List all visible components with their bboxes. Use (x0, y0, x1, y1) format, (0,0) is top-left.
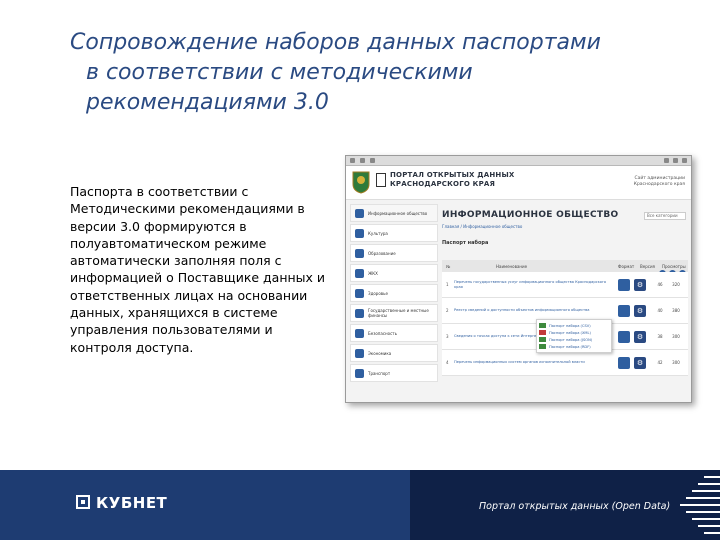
header-link: Сайт администрации Краснодарского края (633, 176, 685, 187)
sidebar-item-label: Экономика (368, 350, 392, 356)
row-number: 4 (446, 360, 449, 365)
category-select[interactable]: Все категории (644, 212, 686, 220)
breadcrumb[interactable]: Главная / Информационное общество (442, 224, 688, 230)
refresh-icon (370, 158, 375, 163)
row-number: 3 (446, 334, 449, 339)
sidebar-item-5[interactable]: Государственные и местные финансы (350, 304, 438, 322)
sidebar-item-label: Образование (368, 250, 396, 256)
health-icon (355, 288, 364, 298)
sidebar-item-label: Культура (368, 230, 388, 236)
info-society-icon (355, 208, 364, 218)
row-views: 300 (672, 360, 680, 365)
category-sidebar: Информационное общество Культура Образов… (350, 204, 438, 384)
download-icon[interactable] (618, 304, 630, 317)
passport-dropdown: Паспорт набора (CSV) Паспорт набора (XML… (536, 319, 612, 353)
dataset-link[interactable]: Перечень государственных услуг информаци… (454, 280, 618, 290)
sidebar-item-3[interactable]: ЖКХ (350, 264, 438, 282)
gear-icon[interactable]: ⚙ (634, 278, 646, 291)
footer-caption: Портал открытых данных (Open Data) (479, 501, 671, 512)
coat-of-arms-icon (352, 171, 370, 194)
portal-main: ИНФОРМАЦИОННОЕ ОБЩЕСТВО Все категории Гл… (442, 204, 688, 402)
economy-icon (355, 348, 364, 358)
popup-item[interactable]: Паспорт набора (CSV) (539, 322, 609, 329)
gear-icon[interactable]: ⚙ (634, 304, 646, 317)
row-views: 320 (672, 282, 680, 287)
sidebar-item-1[interactable]: Культура (350, 224, 438, 242)
popup-item-label: Паспорт набора (XML) (549, 330, 591, 335)
popup-item[interactable]: Паспорт набора (XML) (539, 329, 609, 336)
housing-icon (355, 268, 364, 278)
gear-icon[interactable]: ⚙ (634, 330, 646, 343)
sidebar-item-label: Безопасность (368, 330, 397, 336)
browser-toolbar (346, 156, 691, 166)
popup-item[interactable]: Паспорт набора (JSON) (539, 336, 609, 343)
row-version: 42 (657, 360, 663, 365)
row-version: 46 (657, 282, 663, 287)
download-icon[interactable] (618, 330, 630, 343)
forward-icon (360, 158, 365, 163)
sidebar-item-6[interactable]: Безопасность (350, 324, 438, 342)
transport-icon (355, 368, 364, 378)
document-icon (376, 173, 386, 187)
subsection-heading: Паспорт набора (442, 240, 489, 246)
education-icon (355, 248, 364, 258)
file-icon (539, 337, 546, 342)
col-name[interactable]: Наименование (456, 264, 618, 269)
popup-item-label: Паспорт набора (RDF) (549, 344, 591, 349)
table-header: № Наименование Формат Версия Просмотры (442, 260, 688, 272)
file-icon (539, 344, 546, 349)
row-number: 2 (446, 308, 449, 313)
slide-title-line-2: в соответствии с методическими (86, 60, 473, 85)
col-views[interactable]: Просмотры (662, 264, 686, 269)
download-icon[interactable] (618, 278, 630, 291)
sidebar-item-label: Здоровье (368, 290, 388, 296)
portal-name: ПОРТАЛ ОТКРЫТЫХ ДАННЫХ КРАСНОДАРСКОГО КР… (390, 171, 515, 188)
download-icon[interactable] (618, 356, 630, 369)
decorative-stripes-icon (680, 476, 720, 534)
sidebar-item-label: ЖКХ (368, 270, 378, 276)
popup-item[interactable]: Паспорт набора (RDF) (539, 343, 609, 350)
sidebar-item-4[interactable]: Здоровье (350, 284, 438, 302)
slide-title: Сопровождение наборов данных паспортами … (70, 28, 710, 118)
security-icon (355, 328, 364, 338)
row-version: 38 (657, 334, 663, 339)
popup-item-label: Паспорт набора (JSON) (549, 337, 593, 342)
file-icon (539, 330, 546, 335)
col-format[interactable]: Формат (618, 264, 640, 269)
sidebar-item-label: Государственные и местные финансы (368, 308, 429, 318)
sidebar-item-7[interactable]: Экономика (350, 344, 438, 362)
file-icon (539, 323, 546, 328)
row-views: 300 (672, 334, 680, 339)
sidebar-item-2[interactable]: Образование (350, 244, 438, 262)
kubnet-logo-icon (76, 495, 90, 509)
maximize-icon (673, 158, 678, 163)
slide-body-text: Паспорта в соответствии с Методическими … (70, 184, 326, 355)
gear-icon[interactable]: ⚙ (634, 356, 646, 369)
minimize-icon (664, 158, 669, 163)
back-icon (350, 158, 355, 163)
slide-title-line-3: рекомендациями 3.0 (86, 90, 329, 115)
dataset-link[interactable]: Перечень информационных систем органов и… (454, 360, 618, 365)
portal-header: ПОРТАЛ ОТКРЫТЫХ ДАННЫХ КРАСНОДАРСКОГО КР… (346, 166, 691, 200)
sidebar-item-label: Транспорт (368, 370, 391, 376)
popup-item-label: Паспорт набора (CSV) (549, 323, 591, 328)
row-views: 380 (672, 308, 680, 313)
portal-screenshot: ПОРТАЛ ОТКРЫТЫХ ДАННЫХ КРАСНОДАРСКОГО КР… (345, 155, 692, 403)
row-version: 40 (657, 308, 663, 313)
col-num: № (446, 263, 451, 269)
culture-icon (355, 228, 364, 238)
finance-icon (355, 308, 364, 318)
row-number: 1 (446, 282, 449, 287)
close-icon (682, 158, 687, 163)
sidebar-item-label: Информационное общество (368, 210, 428, 216)
table-row[interactable]: 4 Перечень информационных систем органов… (442, 350, 688, 376)
slide-title-line-1: Сопровождение наборов данных паспортами (70, 30, 601, 55)
table-row[interactable]: 1 Перечень государственных услуг информа… (442, 272, 688, 298)
kubnet-logo: КУБНЕТ (96, 494, 168, 512)
dataset-link[interactable]: Реестр сведений о доступности объектов и… (454, 308, 618, 313)
sidebar-item-8[interactable]: Транспорт (350, 364, 438, 382)
col-version[interactable]: Версия (640, 264, 662, 269)
sidebar-item-0[interactable]: Информационное общество (350, 204, 438, 222)
